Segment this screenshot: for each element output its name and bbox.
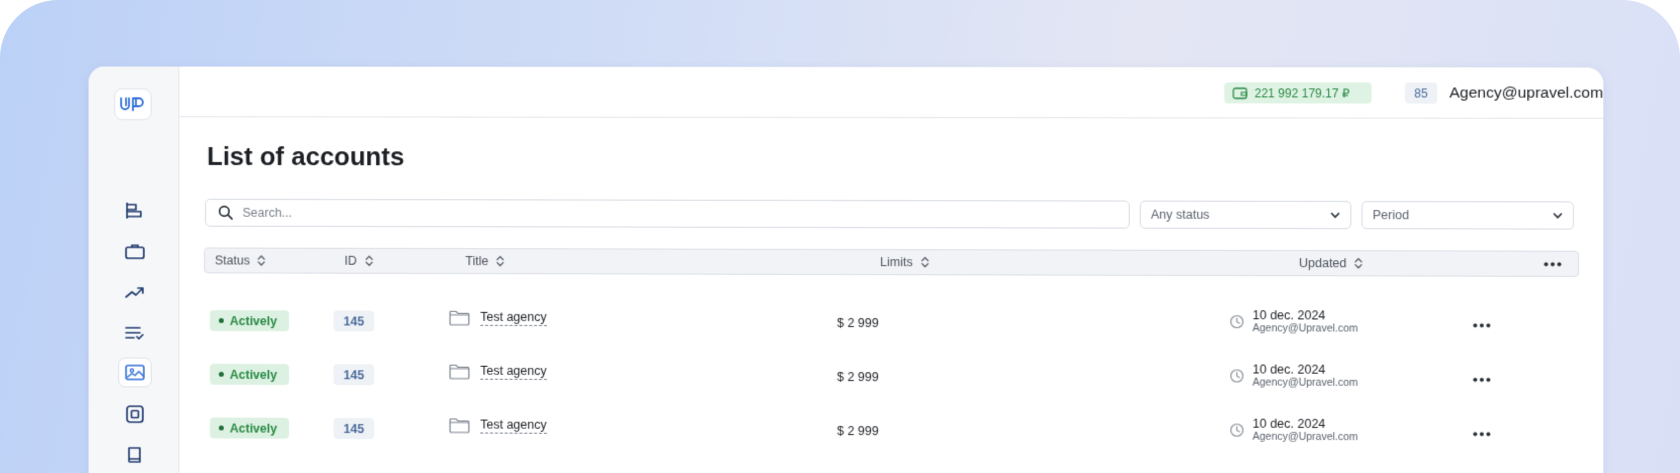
app-window: 221 992 179.17 ₽ 85 Agency@upravel.com L… — [88, 66, 1604, 473]
page-title: List of accounts — [206, 141, 405, 172]
title-cell: Test agency — [449, 364, 547, 380]
row-actions-button[interactable] — [1469, 425, 1495, 443]
image-icon — [124, 364, 146, 382]
more-horizontal-icon — [1473, 322, 1491, 328]
status-select-value: Any status — [1150, 207, 1210, 222]
sort-icon — [365, 255, 373, 267]
sort-icon — [258, 255, 266, 267]
sidebar-item-briefcase[interactable] — [118, 236, 152, 266]
dashboard-icon — [125, 202, 145, 220]
account-title-link[interactable]: Test agency — [480, 417, 547, 434]
column-header-title[interactable]: Title — [465, 249, 504, 273]
status-select[interactable]: Any status — [1139, 200, 1352, 230]
period-select-value: Period — [1372, 208, 1410, 223]
balance-badge[interactable]: 221 992 179.17 ₽ — [1224, 82, 1372, 104]
sidebar-item-square[interactable] — [118, 399, 152, 429]
table-header: Status ID Title Limits Updated — [204, 247, 1580, 277]
id-badge: 145 — [333, 310, 375, 332]
status-dot — [218, 318, 224, 324]
sort-icon — [496, 255, 504, 267]
updated-date: 10 dec. 2024 — [1252, 362, 1326, 377]
status-badge: Actively — [209, 417, 290, 439]
account-title-link[interactable]: Test agency — [480, 363, 547, 380]
limit-value: $ 2 999 — [837, 369, 879, 385]
sidebar-item-dashboard[interactable] — [118, 196, 152, 226]
updated-cell: 10 dec. 2024 Agency@Upravel.com — [1229, 362, 1358, 390]
column-header-status[interactable]: Status — [215, 249, 266, 273]
sort-icon — [920, 256, 928, 268]
column-header-id[interactable]: ID — [344, 249, 372, 273]
book-icon — [125, 445, 145, 465]
updated-date: 10 dec. 2024 — [1252, 416, 1326, 431]
column-header-limits[interactable]: Limits — [880, 250, 929, 274]
sidebar-item-book[interactable] — [118, 440, 152, 470]
logo[interactable] — [114, 88, 152, 121]
notification-count-badge[interactable]: 85 — [1404, 82, 1438, 104]
updated-cell: 10 dec. 2024 Agency@Upravel.com — [1229, 308, 1358, 336]
title-cell: Test agency — [449, 417, 547, 434]
wallet-icon — [1232, 86, 1247, 99]
updated-by: Agency@Upravel.com — [1252, 430, 1359, 444]
sidebar-item-list[interactable] — [118, 318, 152, 348]
clock-icon — [1229, 423, 1244, 438]
status-badge: Actively — [209, 363, 290, 385]
list-check-icon — [124, 325, 146, 341]
column-label: ID — [344, 253, 357, 268]
topbar: 221 992 179.17 ₽ 85 Agency@upravel.com — [179, 66, 1604, 119]
table-row[interactable]: Actively 145 Test agency $ 2 999 10 dec.… — [204, 361, 1585, 396]
column-label: Title — [465, 254, 489, 269]
chevron-down-icon — [1553, 212, 1563, 219]
updated-date: 10 dec. 2024 — [1252, 308, 1326, 323]
clock-icon — [1229, 368, 1244, 383]
table-row[interactable]: Actively 145 Test agency $ 2 999 10 dec.… — [204, 307, 1585, 341]
folder-icon — [449, 310, 471, 326]
id-badge: 145 — [333, 364, 375, 386]
column-label: Limits — [880, 255, 913, 270]
status-label: Actively — [229, 367, 278, 382]
up-logo-icon — [121, 98, 145, 112]
status-label: Actively — [229, 421, 278, 436]
trending-up-icon — [124, 284, 146, 300]
app-frame: 221 992 179.17 ₽ 85 Agency@upravel.com L… — [7, 0, 1680, 473]
updated-cell: 10 dec. 2024 Agency@Upravel.com — [1229, 417, 1358, 445]
column-header-updated[interactable]: Updated — [1299, 251, 1363, 275]
status-badge: Actively — [209, 310, 290, 332]
title-cell: Test agency — [449, 309, 547, 327]
limit-value: $ 2 999 — [837, 315, 879, 331]
status-dot — [218, 425, 224, 431]
more-horizontal-icon — [1544, 261, 1562, 266]
table-options-button[interactable] — [1544, 252, 1562, 276]
user-email[interactable]: Agency@upravel.com — [1449, 82, 1603, 104]
updated-by: Agency@Upravel.com — [1252, 322, 1359, 335]
more-horizontal-icon — [1473, 431, 1491, 436]
sort-icon — [1355, 257, 1363, 269]
briefcase-icon — [124, 242, 146, 260]
search-icon — [218, 205, 234, 221]
row-actions-button[interactable] — [1469, 370, 1495, 388]
sidebar-item-images[interactable] — [118, 357, 152, 388]
balance-amount: 221 992 179.17 ₽ — [1254, 85, 1350, 100]
search-input[interactable]: Search... — [205, 198, 1130, 229]
folder-icon — [449, 417, 471, 433]
folder-icon — [449, 364, 471, 380]
updated-by: Agency@Upravel.com — [1252, 376, 1359, 389]
id-badge: 145 — [333, 417, 375, 440]
table-row[interactable]: Actively 145 Test agency $ 2 999 10 dec.… — [204, 414, 1585, 450]
chevron-down-icon — [1330, 211, 1340, 218]
square-icon — [125, 404, 145, 424]
row-actions-button[interactable] — [1469, 316, 1495, 334]
limit-value: $ 2 999 — [837, 423, 879, 439]
status-label: Actively — [229, 313, 278, 328]
clock-icon — [1229, 314, 1244, 329]
search-placeholder: Search... — [242, 205, 293, 220]
column-label: Status — [214, 253, 250, 268]
sidebar — [88, 66, 180, 473]
column-label: Updated — [1298, 256, 1347, 271]
status-dot — [218, 371, 224, 377]
more-horizontal-icon — [1473, 377, 1491, 382]
background: 221 992 179.17 ₽ 85 Agency@upravel.com L… — [0, 0, 1680, 473]
sidebar-item-trending[interactable] — [118, 277, 152, 307]
account-title-link[interactable]: Test agency — [480, 309, 547, 327]
period-select[interactable]: Period — [1361, 200, 1574, 230]
